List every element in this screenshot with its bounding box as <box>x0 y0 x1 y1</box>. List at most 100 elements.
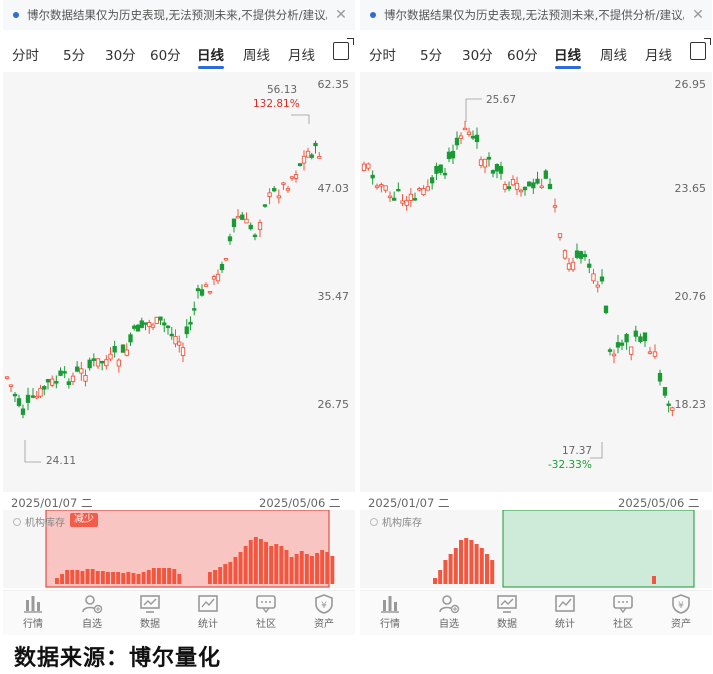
y-axis-label: 18.23 <box>675 398 707 411</box>
candle-body <box>75 366 80 372</box>
nav-community[interactable]: 社区 <box>237 591 295 630</box>
nav-label: 资产 <box>671 619 691 630</box>
nav-label: 统计 <box>555 619 575 630</box>
inventory-bar <box>438 570 443 584</box>
inventory-bar <box>474 544 479 584</box>
candle-body <box>374 185 380 188</box>
candle-body <box>108 353 113 360</box>
stock-panel-right: 博尔数据结果仅为历史表现,无法预测未来,不提供分析/建议。 ✕ 分时 5分 30… <box>360 0 712 635</box>
inventory-bar <box>238 552 243 584</box>
y-axis-label: 26.75 <box>318 398 350 411</box>
inventory-bar <box>208 572 212 584</box>
tab-weekly[interactable]: 周线 <box>243 44 270 64</box>
candle-body <box>20 408 26 415</box>
candle-body <box>34 395 39 399</box>
candle-body <box>442 172 448 176</box>
inventory-bar <box>299 551 304 584</box>
high-leader-line <box>291 114 310 124</box>
date-end: 2025/05/06 二 <box>618 496 700 510</box>
candle-body <box>143 322 148 325</box>
candle-body <box>4 376 10 379</box>
inventory-bar <box>469 540 474 584</box>
nav-label: 社区 <box>256 619 276 630</box>
tab-intraday[interactable]: 分时 <box>369 44 396 64</box>
candle-body <box>54 381 59 384</box>
tab-daily[interactable]: 日线 <box>554 44 581 64</box>
nav-label: 数据 <box>140 619 160 630</box>
y-axis-label: 62.35 <box>318 78 350 91</box>
candle-body <box>490 170 496 174</box>
candle-body <box>387 195 393 199</box>
period-tabs: 分时 5分 30分 60分 日线 周线 月线 <box>360 38 712 69</box>
low-leader-line <box>24 440 41 463</box>
inventory-bar <box>80 571 85 584</box>
candle-body <box>79 368 84 374</box>
candle-body <box>267 192 272 197</box>
candle-body <box>227 236 233 242</box>
tab-weekly[interactable]: 周线 <box>600 44 627 64</box>
candle-body <box>454 137 460 146</box>
tab-30min[interactable]: 30分 <box>462 44 493 64</box>
tab-5min[interactable]: 5分 <box>63 44 85 64</box>
high-price-label: 56.13 <box>267 84 297 96</box>
candle-body <box>184 326 189 335</box>
tab-monthly[interactable]: 月线 <box>288 44 315 64</box>
tab-intraday[interactable]: 分时 <box>12 44 39 64</box>
nav-market[interactable]: 行情 <box>4 591 62 630</box>
tab-daily[interactable]: 日线 <box>197 44 224 64</box>
nav-community[interactable]: 社区 <box>594 591 652 630</box>
candle-body <box>408 193 413 201</box>
kline-svg-left: 62.35 47.03 35.47 26.75 56.13 132.81% 24… <box>4 78 350 467</box>
kline-chart[interactable]: 62.35 47.03 35.47 26.75 56.13 132.81% 24… <box>3 72 355 492</box>
tab-60min[interactable]: 60分 <box>150 44 181 64</box>
disclaimer-text: 博尔数据结果仅为历史表现,无法预测未来,不提供分析/建议。 <box>384 8 684 22</box>
disclaimer-text: 博尔数据结果仅为历史表现,无法预测未来,不提供分析/建议。 <box>27 8 327 22</box>
expand-icon[interactable] <box>690 38 711 60</box>
nav-data[interactable]: 数据 <box>478 591 536 630</box>
inventory-bar <box>151 568 156 584</box>
tab-5min[interactable]: 5分 <box>420 44 442 64</box>
candle-body <box>257 221 263 231</box>
inventory-bar <box>218 567 223 584</box>
nav-stats[interactable]: 统计 <box>536 591 594 630</box>
candle-body <box>566 263 572 270</box>
candle-body <box>417 188 422 191</box>
nav-assets[interactable]: ¥ 资产 <box>652 591 710 630</box>
candle-body <box>470 135 476 139</box>
candle-body <box>58 370 63 376</box>
candle-body <box>128 334 133 343</box>
inventory-bar <box>177 574 182 584</box>
expand-icon[interactable] <box>333 38 354 60</box>
candle-body <box>633 330 638 337</box>
candle-body <box>478 159 484 166</box>
candle-body <box>139 320 144 328</box>
candle-body <box>124 349 129 356</box>
close-icon[interactable]: ✕ <box>684 7 712 23</box>
tab-60min[interactable]: 60分 <box>507 44 538 64</box>
inventory-bar <box>60 574 64 584</box>
nav-assets[interactable]: ¥ 资产 <box>295 591 353 630</box>
inventory-bar <box>284 550 289 584</box>
candle-body <box>425 186 431 191</box>
nav-market[interactable]: 行情 <box>361 591 419 630</box>
nav-label: 自选 <box>439 619 459 630</box>
kline-chart[interactable]: 26.95 23.65 20.76 18.23 25.67 17.37 -32.… <box>360 72 712 492</box>
inventory-bar <box>269 546 274 584</box>
candle-body <box>392 197 397 201</box>
nav-stats[interactable]: 统计 <box>179 591 237 630</box>
candle-body <box>30 395 36 398</box>
candle-body <box>211 276 217 280</box>
candle-body <box>629 346 634 355</box>
tab-monthly[interactable]: 月线 <box>645 44 672 64</box>
inventory-bar <box>167 568 172 584</box>
y-axis-label: 20.76 <box>675 290 707 303</box>
nav-watchlist[interactable]: 自选 <box>63 591 121 630</box>
candle-body <box>438 164 443 173</box>
tab-30min[interactable]: 30分 <box>105 44 136 64</box>
nav-data[interactable]: 数据 <box>121 591 179 630</box>
inventory-bar <box>459 540 463 584</box>
close-icon[interactable]: ✕ <box>327 7 355 23</box>
candle-body <box>112 346 117 353</box>
inventory-bar <box>330 556 335 584</box>
nav-watchlist[interactable]: 自选 <box>420 591 478 630</box>
